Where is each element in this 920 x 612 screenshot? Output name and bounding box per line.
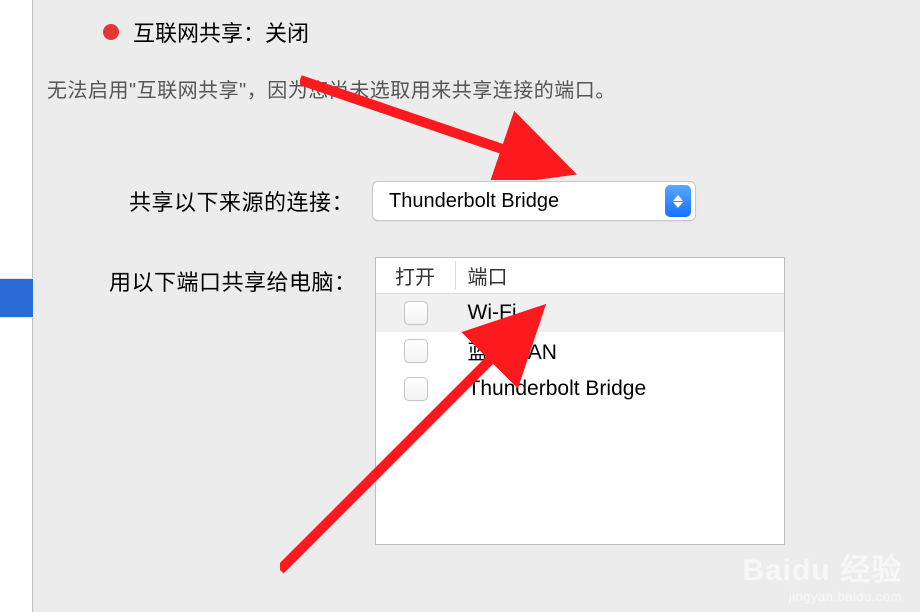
cell-open xyxy=(376,301,456,325)
ports-row: 用以下端口共享给电脑： 打开 端口 Wi-Fi 蓝牙 PAN Thunderbolt… xyxy=(109,257,896,545)
column-header-open[interactable]: 打开 xyxy=(376,261,456,290)
chevron-up-down-icon xyxy=(665,185,691,217)
ports-table: 打开 端口 Wi-Fi 蓝牙 PAN Thunderbolt Bridge xyxy=(375,257,785,545)
status-hint: 无法启用"互联网共享"，因为您尚未选取用来共享连接的端口。 xyxy=(47,74,896,103)
source-label: 共享以下来源的连接： xyxy=(129,185,354,217)
cell-open xyxy=(376,377,456,401)
sidebar-selected-item[interactable] xyxy=(0,278,33,318)
cell-open xyxy=(376,339,456,363)
table-row[interactable]: Wi-Fi xyxy=(376,294,784,332)
port-checkbox[interactable] xyxy=(404,339,428,363)
ports-table-body: Wi-Fi 蓝牙 PAN Thunderbolt Bridge xyxy=(376,294,784,544)
source-selected-value: Thunderbolt Bridge xyxy=(389,190,665,213)
source-select[interactable]: Thunderbolt Bridge xyxy=(372,181,696,221)
table-row[interactable]: 蓝牙 PAN xyxy=(376,332,784,370)
column-header-port[interactable]: 端口 xyxy=(456,261,508,290)
ports-label: 用以下端口共享给电脑： xyxy=(109,257,357,297)
source-row: 共享以下来源的连接： Thunderbolt Bridge xyxy=(129,181,896,221)
port-checkbox[interactable] xyxy=(404,301,428,325)
cell-port-name: Wi-Fi xyxy=(456,301,517,325)
cell-port-name: Thunderbolt Bridge xyxy=(456,377,647,401)
ports-table-header: 打开 端口 xyxy=(376,258,784,294)
status-row: 互联网共享：关闭 xyxy=(103,16,896,48)
table-row[interactable]: Thunderbolt Bridge xyxy=(376,370,784,408)
status-title: 互联网共享：关闭 xyxy=(133,16,309,48)
cell-port-name: 蓝牙 PAN xyxy=(456,336,557,366)
port-checkbox[interactable] xyxy=(404,377,428,401)
content-pane: 互联网共享：关闭 无法启用"互联网共享"，因为您尚未选取用来共享连接的端口。 共… xyxy=(33,0,920,612)
status-indicator-dot xyxy=(103,24,119,40)
